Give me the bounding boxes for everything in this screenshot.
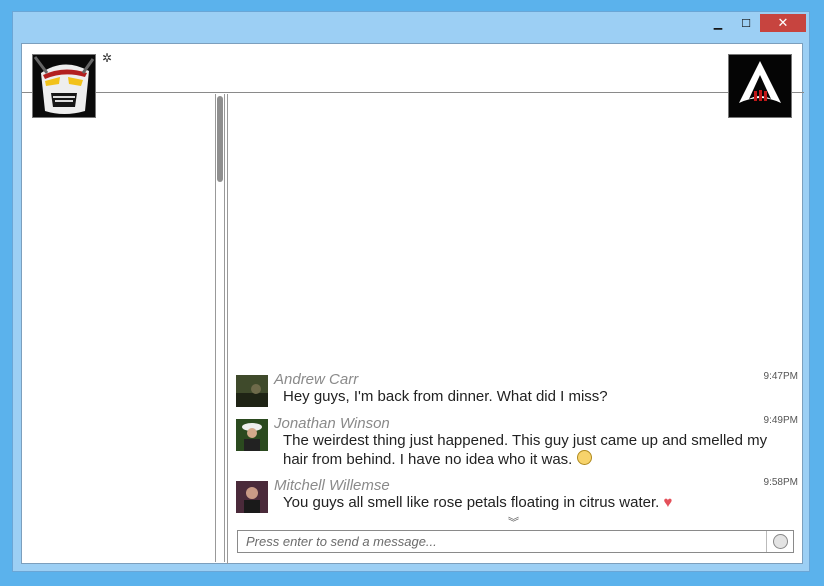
sidebar-scrollbar[interactable] [215, 94, 225, 562]
smiley-icon [772, 534, 788, 549]
message-text: Hey guys, I'm back from dinner. What did… [283, 388, 608, 405]
status-icon[interactable]: ✲ [102, 51, 112, 65]
sender-name[interactable]: Andrew Carr [274, 371, 358, 388]
sender-avatar[interactable] [236, 375, 268, 407]
chat-client-area: ✲ Andrew Carr 9:47PM Hey guys, I'm back … [21, 43, 804, 564]
header-divider [22, 92, 804, 93]
message-input[interactable] [238, 531, 766, 552]
maximize-icon: ☐ [741, 16, 751, 30]
sender-photo [236, 481, 268, 513]
sender-photo [236, 419, 268, 451]
sidebar-scroll-thumb[interactable] [217, 96, 223, 182]
mask-avatar-image [33, 55, 95, 117]
message-time: 9:47PM [763, 371, 798, 382]
close-button[interactable]: ✕ [760, 14, 806, 32]
chat-window: ▁ ☐ ✕ ✲ Andrew Carr 9:47PM Hey guys, I'm… [12, 11, 810, 572]
message-composer [237, 530, 794, 553]
sender-avatar[interactable] [236, 481, 268, 513]
message-time: 9:49PM [763, 415, 798, 426]
sender-photo [236, 375, 268, 407]
sender-name[interactable]: Jonathan Winson [274, 415, 390, 432]
panel-divider [227, 94, 228, 564]
scroll-down-icon[interactable]: ︾ [508, 514, 519, 530]
minimize-button[interactable]: ▁ [705, 14, 731, 32]
room-avatar[interactable] [728, 54, 792, 118]
heart-icon: ♥ [663, 494, 673, 511]
message-text: You guys all smell like rose petals floa… [283, 494, 673, 511]
sender-avatar[interactable] [236, 419, 268, 451]
message-text: The weirdest thing just happened. This g… [283, 432, 768, 468]
my-avatar[interactable] [32, 54, 96, 118]
sad-face-icon [576, 450, 592, 465]
maximize-button[interactable]: ☐ [733, 14, 759, 32]
minimize-icon: ▁ [713, 16, 723, 30]
assassins-emblem-image [729, 55, 791, 117]
message-time: 9:58PM [763, 477, 798, 488]
close-icon: ✕ [777, 15, 789, 31]
emoji-button[interactable] [766, 531, 793, 552]
sender-name[interactable]: Mitchell Willemse [274, 477, 390, 494]
